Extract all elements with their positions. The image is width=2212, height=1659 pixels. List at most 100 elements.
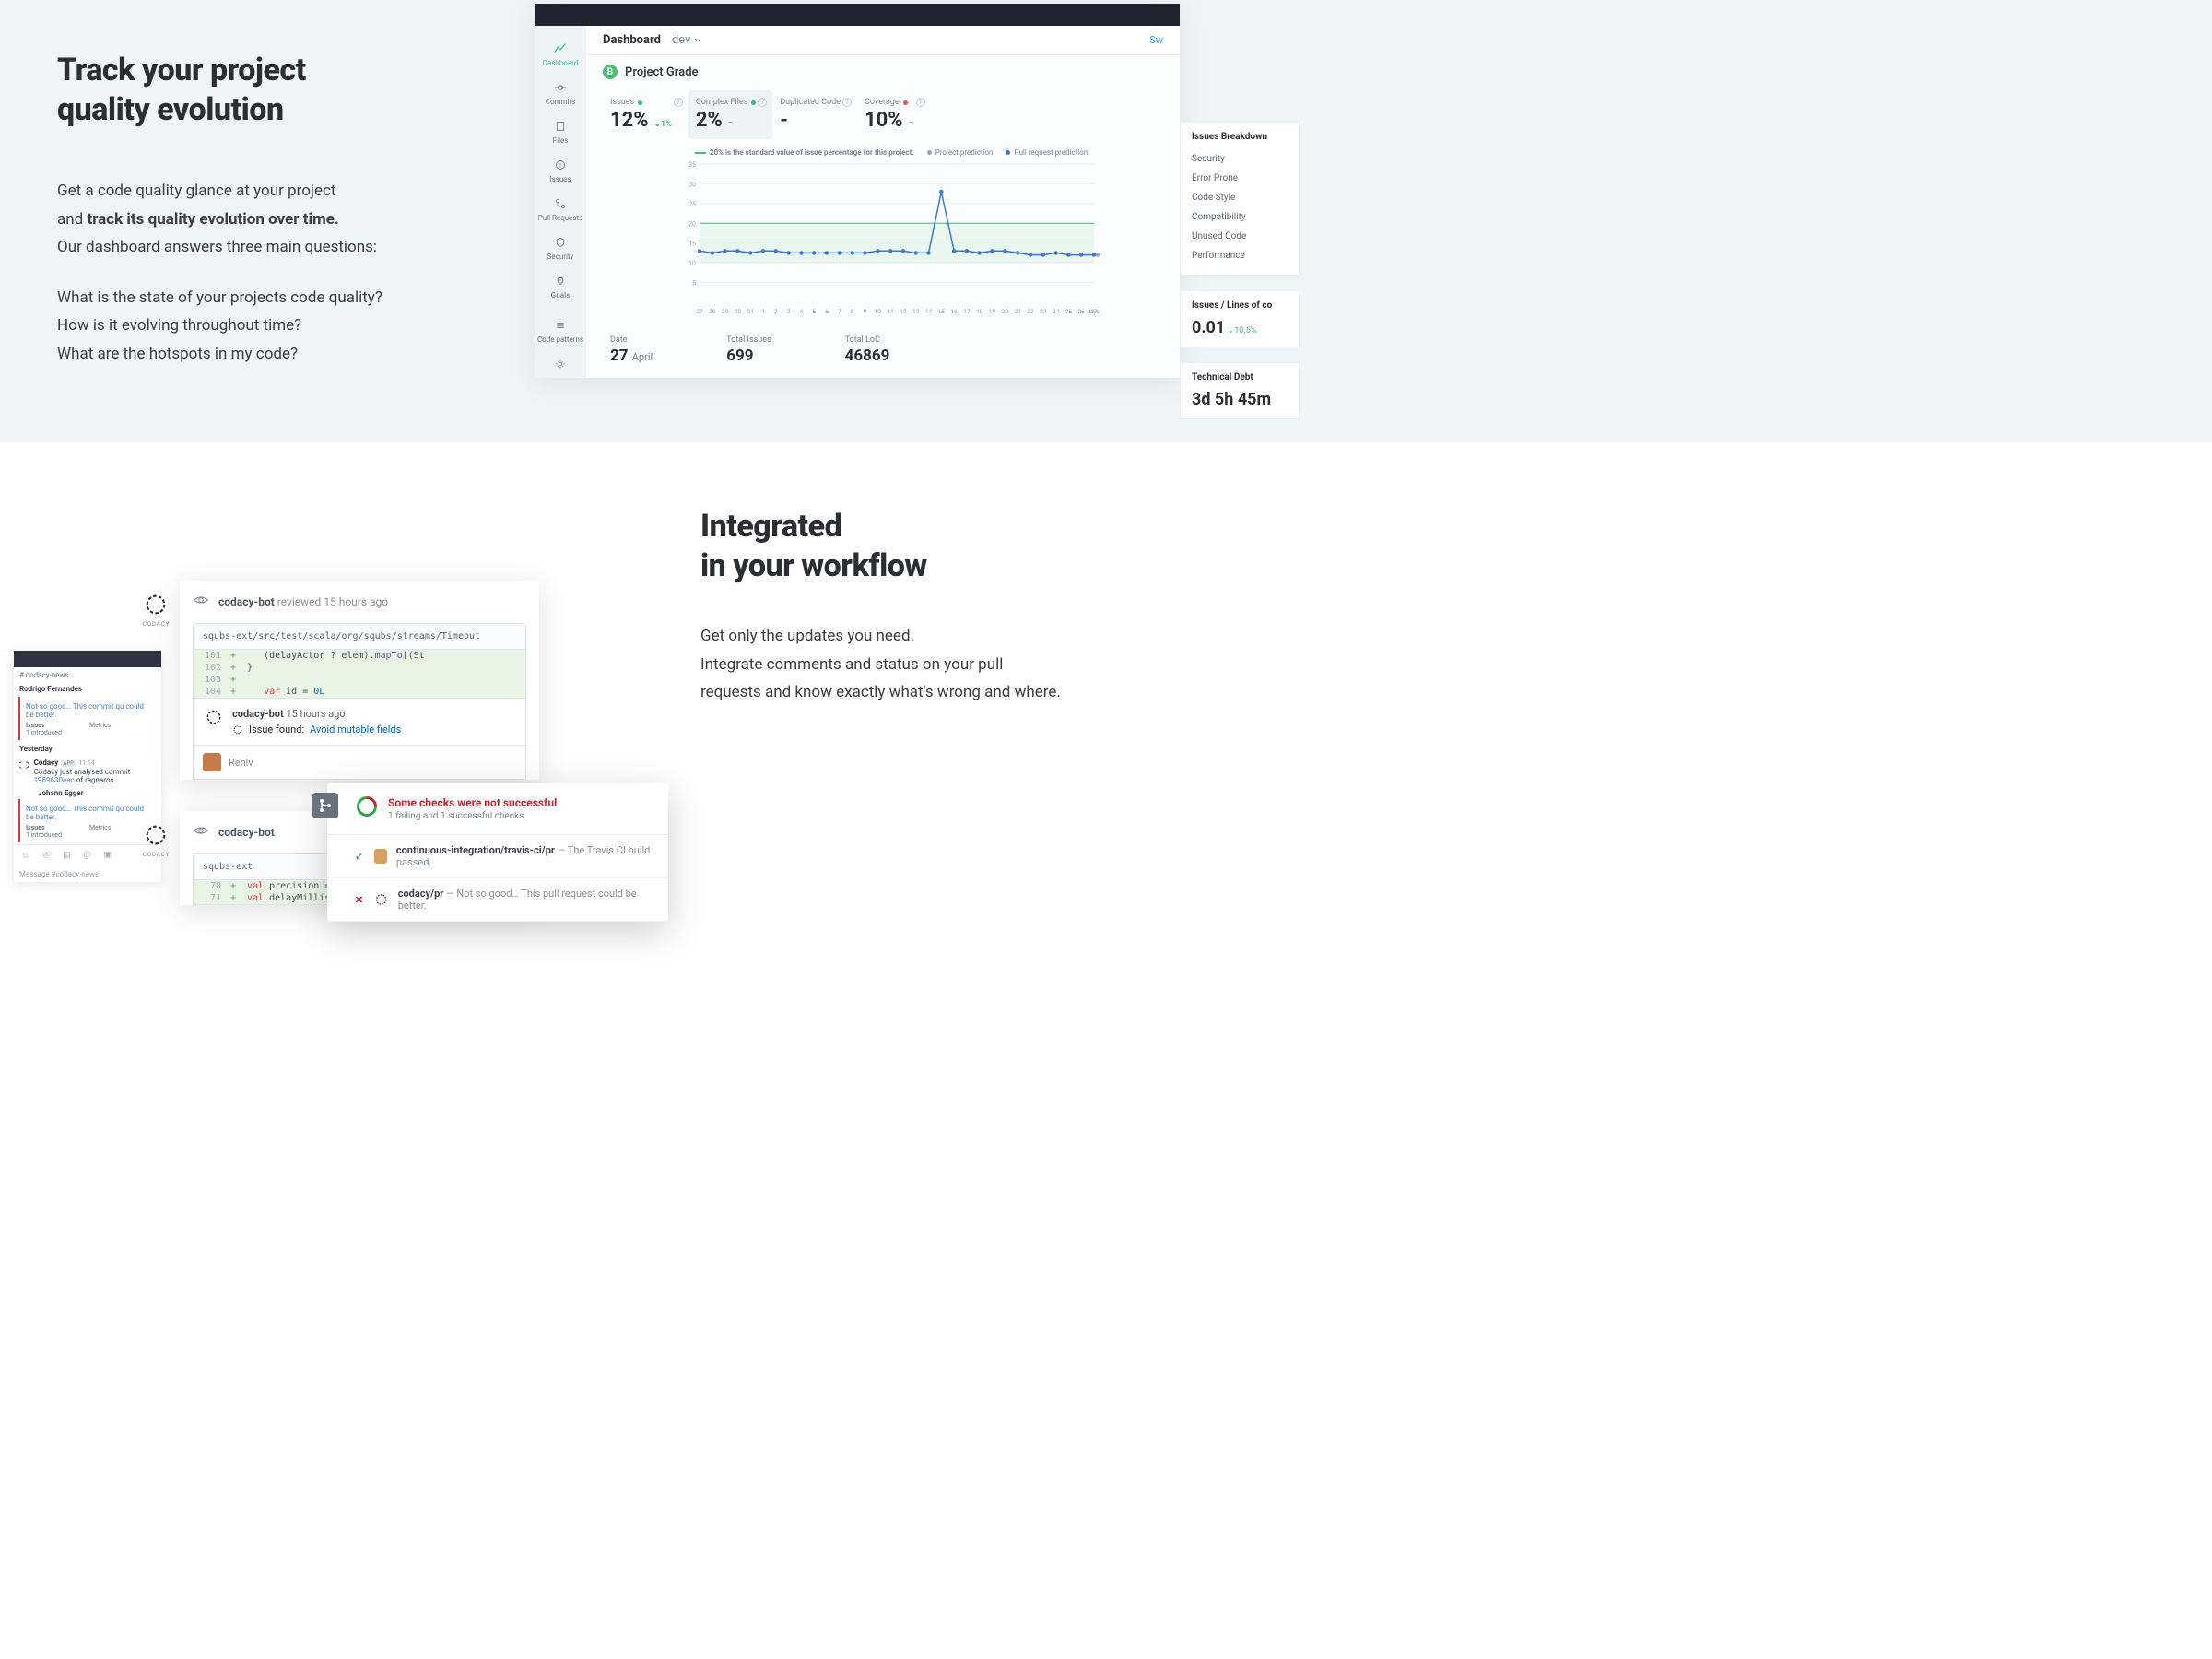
sidebar-item-codepatterns[interactable]: Code patterns	[535, 312, 586, 350]
sidebar: Dashboard Commits Files Issues Pull Requ…	[535, 26, 586, 378]
travis-icon	[374, 849, 387, 864]
para-line: Get a code quality glance at your projec…	[57, 177, 535, 206]
svg-text:16: 16	[950, 308, 958, 315]
window-titlebar	[535, 4, 1180, 26]
footer-date: Date 27 April	[610, 335, 653, 365]
svg-text:12: 12	[900, 308, 907, 315]
legend-dot-icon	[1006, 150, 1010, 155]
info-icon[interactable]: ?	[758, 98, 767, 107]
chart-icon	[553, 41, 568, 56]
svg-text:2: 2	[774, 308, 778, 315]
breakdown-item[interactable]: Error Prone	[1192, 169, 1288, 188]
svg-text:15: 15	[938, 308, 946, 315]
svg-text:17: 17	[963, 308, 971, 315]
sidebar-item-goals[interactable]: Goals	[535, 267, 586, 306]
stat-issues[interactable]: Issues 12%⌄1% ?	[603, 90, 688, 139]
commit-icon	[553, 80, 568, 95]
status-dot-icon	[751, 100, 756, 105]
check-row[interactable]: ✕ codacy/pr — Not so good… This pull req…	[327, 878, 668, 922]
sidebar-item-security[interactable]: Security	[535, 229, 586, 267]
breakdown-item[interactable]: Code Style	[1192, 188, 1288, 207]
footer-issues: Total Issues 699	[726, 335, 771, 365]
question: What is the state of your projects code …	[57, 284, 535, 312]
para-line: Get only the updates you need.	[700, 622, 2212, 651]
codacy-icon	[232, 724, 243, 735]
svg-text:20: 20	[1002, 308, 1009, 315]
sidebar-item-pullrequests[interactable]: Pull Requests	[535, 190, 586, 229]
breakdown-item[interactable]: Performance	[1192, 246, 1288, 265]
stat-coverage[interactable]: Coverage 10%= ?	[857, 90, 931, 139]
shield-icon	[553, 235, 568, 250]
stat-duplicated[interactable]: Duplicated Code - ?	[772, 90, 857, 139]
slack-channel[interactable]: # codacy-news	[14, 667, 161, 683]
title-line2: quality evolution	[57, 91, 284, 128]
bookmark-icon[interactable]: ▣	[104, 851, 112, 861]
svg-text:5: 5	[692, 280, 696, 288]
chart-svg: 5101520253035272829303112345678910111213…	[603, 157, 1180, 323]
svg-text:7: 7	[838, 308, 841, 315]
attachment-icon[interactable]: ▤	[63, 851, 71, 861]
grade-title: Project Grade	[625, 65, 699, 79]
stats-row: Issues 12%⌄1% ? Complex Files 2%= ? Dupl…	[603, 90, 1180, 139]
breakdown-item[interactable]: Unused Code	[1192, 227, 1288, 246]
merge-icon	[312, 793, 338, 818]
svg-text:23: 23	[1040, 308, 1047, 315]
svg-text:28: 28	[709, 308, 716, 315]
sidebar-item-dashboard[interactable]: Dashboard	[535, 35, 586, 74]
slack-message: Codacy APP 11:14 Codacy just analysed co…	[14, 756, 161, 787]
para-line: Integrate comments and status on your pu…	[700, 651, 2212, 679]
issue-link[interactable]: Avoid mutable fields	[310, 724, 401, 735]
section1-copy: Track your project quality evolution Get…	[0, 0, 535, 442]
pr-icon	[553, 196, 568, 211]
eye-icon	[193, 822, 209, 842]
codacy-logo-icon: CODACY	[143, 592, 169, 618]
grade-badge: B	[603, 65, 618, 79]
slack-message-input[interactable]: Message #codacy-news	[14, 866, 161, 882]
svg-text:18: 18	[976, 308, 983, 315]
file-icon	[553, 119, 568, 134]
svg-text:19: 19	[989, 308, 996, 315]
file-path[interactable]: squbs-ext/src/test/scala/org/squbs/strea…	[193, 623, 526, 650]
legend-swatch-icon	[695, 152, 706, 154]
sidebar-item-commits[interactable]: Commits	[535, 74, 586, 112]
emoji-icon[interactable]: ☺	[21, 851, 29, 861]
svg-text:35: 35	[688, 161, 696, 169]
breakdown-item[interactable]: Security	[1192, 149, 1288, 169]
mention-icon[interactable]: @	[84, 851, 91, 861]
slack-action-bar: ☺ ◎ ▤ @ ▣	[14, 844, 161, 866]
svg-text:29: 29	[722, 308, 729, 315]
slack-message: Johann Egger Not so good… This commit qu…	[14, 787, 161, 842]
section-integrated: # codacy-news Rodrigo Fernandes Not so g…	[0, 442, 2212, 1005]
svg-text:9: 9	[864, 308, 867, 315]
info-icon[interactable]: ?	[916, 98, 925, 107]
commit-link[interactable]: 1989630eac	[34, 776, 75, 784]
stat-complex[interactable]: Complex Files 2%= ?	[688, 90, 772, 139]
sidebar-item-files[interactable]: Files	[535, 112, 586, 151]
diff-block: 101+ (delayActor ? elem).mapTo[(St102+}1…	[193, 650, 526, 699]
footer-loc: Total LoC 46869	[845, 335, 890, 365]
switch-link[interactable]: Sw	[1149, 34, 1163, 46]
info-icon[interactable]: ?	[674, 98, 683, 107]
gear-icon	[553, 357, 568, 371]
codacy-icon	[205, 708, 223, 726]
page-title: Dashboard	[603, 33, 661, 47]
sidebar-item-settings[interactable]	[535, 350, 586, 378]
codacy-icon	[374, 892, 388, 907]
camera-icon[interactable]: ◎	[42, 851, 50, 861]
info-icon[interactable]: ?	[842, 98, 852, 107]
question: What are the hotspots in my code?	[57, 340, 535, 369]
para-line: Our dashboard answers three main questio…	[57, 233, 535, 262]
slack-divider: Yesterday	[14, 742, 161, 756]
svg-text:4: 4	[800, 308, 804, 315]
svg-text:25: 25	[1065, 308, 1073, 315]
reply-box[interactable]: Renlv	[193, 746, 526, 780]
dashboard-mockup: Dashboard Commits Files Issues Pull Requ…	[535, 4, 1180, 378]
check-row[interactable]: ✓ continuous-integration/travis-ci/pr — …	[327, 835, 668, 878]
svg-text:31: 31	[747, 308, 754, 315]
breakdown-item[interactable]: Compatibility	[1192, 207, 1288, 227]
para-line: requests and know exactly what's wrong a…	[700, 678, 2212, 707]
sidebar-item-issues[interactable]: Issues	[535, 151, 586, 190]
branch-selector[interactable]: dev	[672, 33, 701, 47]
svg-text:11: 11	[887, 308, 893, 315]
status-dot-icon	[638, 100, 642, 105]
